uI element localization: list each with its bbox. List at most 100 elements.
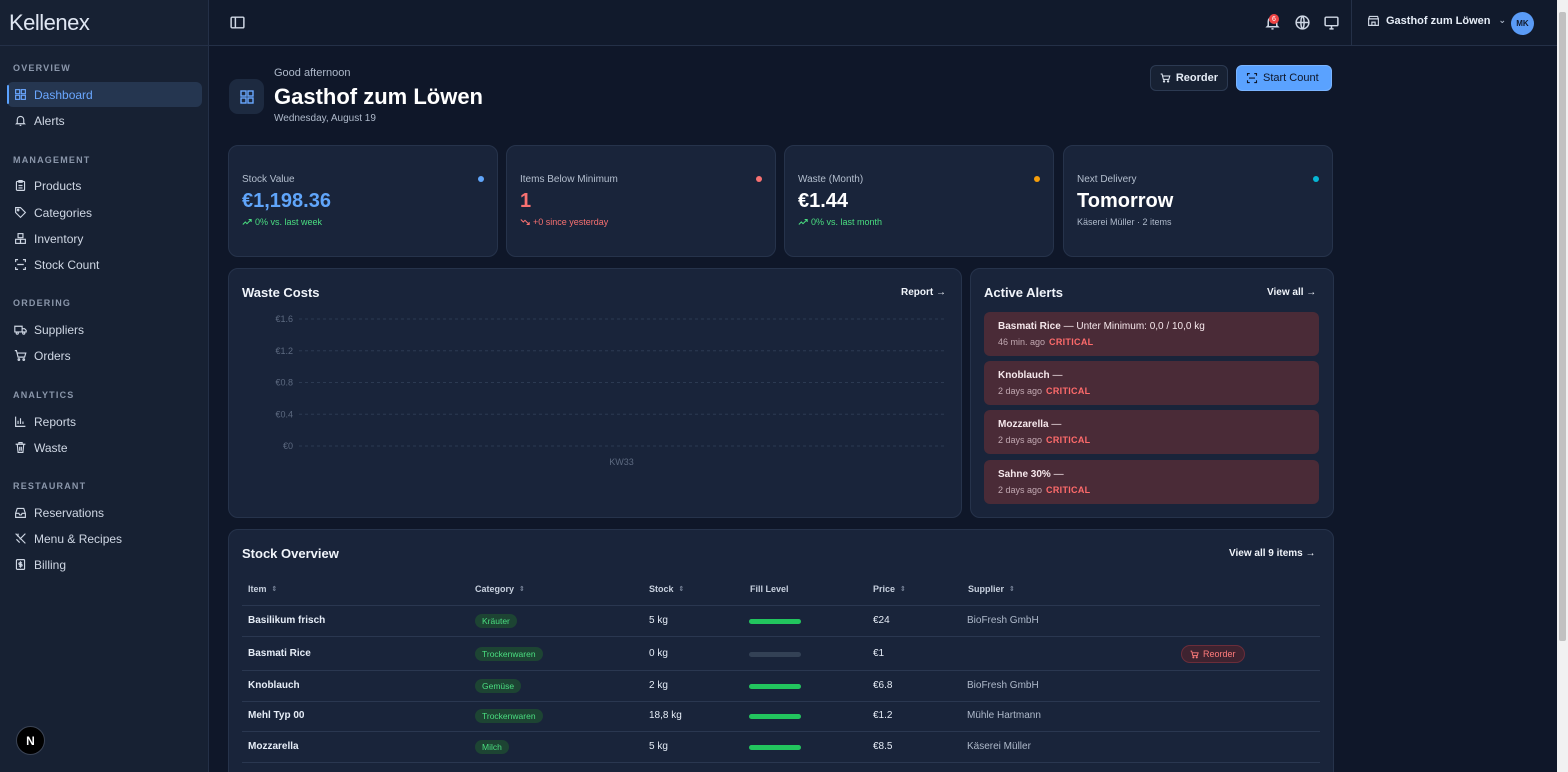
column-label: Item — [248, 584, 267, 594]
category-badge: Trockenwaren — [475, 709, 543, 723]
column-label: Supplier — [968, 584, 1005, 594]
table-row[interactable]: Mozzarella Milch 5 kg €8.5 Käserei Mülle… — [229, 732, 1333, 762]
sidebar-toggle-icon[interactable] — [229, 14, 246, 31]
clipboard-icon — [15, 180, 26, 191]
scrollbar-thumb[interactable] — [1559, 12, 1566, 641]
sidebar-item-label: Inventory — [34, 231, 84, 246]
x-tick-label: KW33 — [609, 457, 634, 467]
kpi-value: €1,198.36 — [242, 190, 331, 212]
sidebar-item-label: Reports — [34, 414, 77, 429]
alert-title: Sahne 30% — — [998, 469, 1064, 480]
column-label: Price — [873, 584, 896, 594]
alert-meta: 46 min. ago CRITICAL — [998, 337, 1093, 347]
sidebar-item-label: Waste — [34, 440, 68, 455]
y-tick-label: €1.2 — [275, 346, 293, 356]
reorder-button[interactable]: Reorder — [1150, 65, 1228, 91]
alert-item[interactable]: Sahne 30% — 2 days ago CRITICAL — [984, 460, 1319, 504]
table-row[interactable]: Basilikum frisch Kräuter 5 kg €24 BioFre… — [229, 606, 1333, 636]
alert-meta: 2 days ago CRITICAL — [998, 435, 1090, 445]
sidebar-item-inventory[interactable]: Inventory — [7, 226, 202, 251]
alert-detail: — — [1049, 370, 1063, 381]
column-label: Fill Level — [750, 584, 789, 594]
y-tick-label: €0.4 — [275, 409, 293, 419]
fill-level-fill — [749, 684, 801, 689]
alert-product: Knoblauch — [998, 370, 1050, 381]
table-row[interactable]: Knoblauch Gemüse 2 kg €6.8 BioFresh GmbH — [229, 671, 1333, 701]
alert-meta: 2 days ago CRITICAL — [998, 386, 1090, 396]
table-row[interactable]: Basmati Rice Trockenwaren 0 kg €1 Reorde… — [229, 638, 1333, 668]
kpi-status-dot — [1313, 176, 1319, 182]
page-scrollbar[interactable] — [1557, 0, 1568, 772]
sidebar-item-waste[interactable]: Waste — [7, 435, 202, 460]
sidebar-item-suppliers[interactable]: Suppliers — [7, 317, 202, 342]
restaurant-selector[interactable]: Gasthof zum Löwen ⌄ — [1367, 14, 1506, 27]
sidebar-item-categories[interactable]: Categories — [7, 200, 202, 225]
nav-section-ordering: ORDERING — [13, 298, 72, 308]
alert-product: Basmati Rice — [998, 321, 1061, 332]
row-reorder-button[interactable]: Reorder — [1181, 645, 1245, 663]
sidebar-item-products[interactable]: Products — [7, 173, 202, 198]
column-header-price[interactable]: Price ⇕ — [873, 584, 906, 594]
row-divider — [242, 762, 1320, 763]
sidebar-item-billing[interactable]: Billing — [7, 552, 202, 577]
sidebar-item-stock-count[interactable]: Stock Count — [7, 252, 202, 277]
nav-section-overview: OVERVIEW — [13, 63, 71, 73]
alert-item[interactable]: Mozzarella — 2 days ago CRITICAL — [984, 410, 1319, 454]
monitor-icon[interactable] — [1323, 14, 1340, 31]
app-logo[interactable]: Kellenex — [0, 0, 208, 46]
cell-stock: 18,8 kg — [649, 710, 682, 721]
alert-item[interactable]: Knoblauch — 2 days ago CRITICAL — [984, 361, 1319, 405]
cart-icon — [14, 350, 27, 361]
column-header-supplier[interactable]: Supplier ⇕ — [968, 584, 1015, 594]
table-row[interactable]: Mehl Typ 00 Trockenwaren 18,8 kg €1.2 Mü… — [229, 702, 1333, 732]
alert-title: Knoblauch — — [998, 370, 1062, 381]
cell-supplier: BioFresh GmbH — [967, 680, 1039, 691]
sort-icon: ⇕ — [678, 586, 685, 593]
sidebar-item-label: Billing — [34, 557, 67, 572]
nav-section-analytics: ANALYTICS — [13, 390, 75, 400]
cell-item: Basmati Rice — [248, 648, 311, 659]
active-alerts-title: Active Alerts — [984, 285, 1063, 300]
column-header-item[interactable]: Item ⇕ — [248, 584, 277, 594]
sidebar-item-label: Stock Count — [34, 257, 100, 272]
sort-icon: ⇕ — [900, 586, 906, 593]
column-header-stock[interactable]: Stock ⇕ — [649, 584, 684, 594]
sidebar-item-orders[interactable]: Orders — [7, 343, 202, 368]
cell-stock: 5 kg — [649, 741, 668, 752]
sidebar-item-reports[interactable]: Reports — [7, 409, 202, 434]
sidebar-item-alerts[interactable]: Alerts — [7, 108, 202, 133]
cell-item: Knoblauch — [248, 680, 300, 691]
trash-icon — [15, 442, 26, 453]
nav-section-restaurant: RESTAURANT — [13, 481, 87, 491]
sort-icon: ⇕ — [1009, 586, 1015, 593]
sidebar-item-menu-recipes[interactable]: Menu & Recipes — [7, 526, 202, 551]
view-all-alerts-link[interactable]: View all → — [1267, 287, 1316, 298]
kpi-trend: 0% vs. last week — [242, 217, 322, 227]
globe-icon[interactable] — [1294, 14, 1311, 31]
category-badge: Gemüse — [475, 679, 522, 693]
bar-chart-icon — [15, 416, 26, 427]
sidebar-item-reservations[interactable]: Reservations — [7, 500, 202, 525]
view-all-items-link[interactable]: View all 9 items → — [1229, 548, 1316, 559]
y-tick-label: €0.8 — [275, 378, 293, 388]
bell-icon — [15, 115, 26, 126]
fill-level-bar — [749, 714, 801, 719]
stock-overview-card: Stock Overview View all 9 items → Item ⇕ … — [228, 529, 1334, 772]
next-js-badge[interactable]: N — [16, 726, 45, 755]
dashboard-header-icon — [229, 79, 264, 114]
nav-section-management: MANAGEMENT — [13, 155, 91, 165]
sidebar-item-dashboard[interactable]: Dashboard — [7, 82, 202, 107]
cell-stock: 0 kg — [649, 648, 668, 659]
fill-level-bar — [749, 745, 801, 750]
stock-overview-title: Stock Overview — [242, 546, 339, 561]
start-count-button[interactable]: Start Count — [1236, 65, 1332, 91]
sidebar-item-label: Suppliers — [34, 322, 85, 337]
column-header-category[interactable]: Category ⇕ — [475, 584, 525, 594]
alert-item[interactable]: Basmati Rice — Unter Minimum: 0,0 / 10,0… — [984, 312, 1319, 356]
sidebar-item-label: Menu & Recipes — [34, 531, 123, 546]
avatar[interactable]: MK — [1511, 12, 1534, 35]
reorder-label: Reorder — [1175, 72, 1218, 84]
tag-icon — [15, 207, 27, 219]
alert-product: Sahne 30% — [998, 469, 1051, 480]
cell-stock: 2 kg — [649, 680, 668, 691]
